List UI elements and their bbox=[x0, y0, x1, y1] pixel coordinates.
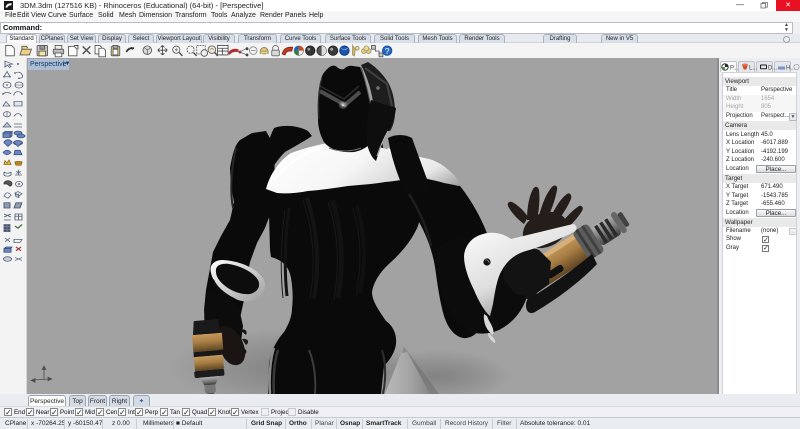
svg-text:D...: D... bbox=[768, 66, 778, 72]
svg-text:P...: P... bbox=[730, 66, 739, 72]
svg-text:?: ? bbox=[385, 46, 390, 56]
svg-text:L...: L... bbox=[749, 66, 758, 72]
